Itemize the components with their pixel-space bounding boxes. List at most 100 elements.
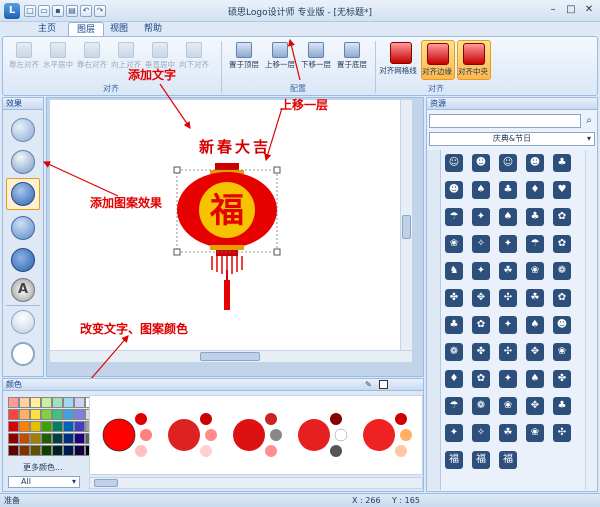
clipart-icon[interactable]: ☻ bbox=[445, 181, 463, 199]
color-swatch[interactable] bbox=[41, 445, 52, 456]
color-swatch[interactable] bbox=[41, 421, 52, 432]
clipart-icon[interactable]: ✣ bbox=[499, 289, 517, 307]
clipart-icon[interactable]: ♠ bbox=[526, 370, 544, 388]
clipart-icon[interactable]: ❁ bbox=[553, 262, 571, 280]
color-swatch[interactable] bbox=[8, 397, 19, 408]
clipart-icon[interactable]: ✤ bbox=[445, 289, 463, 307]
clipart-icon[interactable]: ✣ bbox=[553, 424, 571, 442]
scrollbar-thumb[interactable] bbox=[94, 479, 118, 487]
snap-grid-button[interactable]: 对齐网格线 bbox=[379, 40, 419, 80]
color-swatch[interactable] bbox=[19, 421, 30, 432]
bring-to-front-button[interactable]: 置于顶层 bbox=[229, 40, 259, 80]
color-swatch[interactable] bbox=[74, 445, 85, 456]
horizontal-scrollbar[interactable] bbox=[50, 350, 412, 362]
minimize-icon[interactable]: – bbox=[544, 3, 562, 17]
effect-swatch[interactable] bbox=[11, 182, 35, 206]
schemes-scrollbar[interactable] bbox=[89, 477, 423, 489]
clipart-icon[interactable]: ♞ bbox=[445, 262, 463, 280]
clipart-icon[interactable]: ✧ bbox=[472, 235, 490, 253]
color-swatch[interactable] bbox=[8, 433, 19, 444]
color-swatch[interactable] bbox=[52, 445, 63, 456]
color-swatch[interactable] bbox=[19, 433, 30, 444]
align-left-button[interactable]: 靠左对齐 bbox=[9, 40, 39, 80]
color-swatch[interactable] bbox=[74, 409, 85, 420]
color-swatch[interactable] bbox=[52, 397, 63, 408]
clipart-icon[interactable]: ❀ bbox=[553, 343, 571, 361]
vertical-scrollbar[interactable] bbox=[400, 100, 412, 350]
send-backward-button[interactable]: 下移一层 bbox=[301, 40, 331, 80]
tab-home[interactable]: 主页 bbox=[30, 22, 64, 36]
clipart-icon[interactable]: ♦ bbox=[526, 181, 544, 199]
color-scheme[interactable] bbox=[298, 413, 348, 457]
bring-forward-button[interactable]: 上移一层 bbox=[265, 40, 295, 80]
search-icon[interactable]: ⌕ bbox=[583, 114, 595, 128]
eyedropper-icon[interactable]: ✎ bbox=[365, 380, 374, 389]
clipart-icon[interactable]: ☂ bbox=[445, 397, 463, 415]
clipart-icon[interactable]: ☂ bbox=[526, 235, 544, 253]
clipart-icon[interactable]: ✿ bbox=[553, 208, 571, 226]
clipart-icon[interactable]: ❁ bbox=[472, 397, 490, 415]
clipart-fu-icon[interactable]: 福 bbox=[445, 451, 463, 469]
resize-handle[interactable] bbox=[273, 166, 281, 174]
color-swatch[interactable] bbox=[8, 421, 19, 432]
color-swatch[interactable] bbox=[74, 397, 85, 408]
tab-help[interactable]: 帮助 bbox=[136, 22, 170, 36]
clipart-icon[interactable]: ✿ bbox=[553, 235, 571, 253]
clipart-icon[interactable]: ✿ bbox=[553, 289, 571, 307]
clipart-icon[interactable]: ♣ bbox=[445, 316, 463, 334]
color-swatch[interactable] bbox=[19, 445, 30, 456]
clipart-icon[interactable]: ❀ bbox=[526, 262, 544, 280]
clipart-icon[interactable]: ❀ bbox=[526, 424, 544, 442]
clipart-icon[interactable]: ✥ bbox=[472, 289, 490, 307]
color-swatch[interactable] bbox=[74, 433, 85, 444]
color-swatch[interactable] bbox=[30, 409, 41, 420]
effect-swatch[interactable] bbox=[11, 150, 35, 174]
category-select[interactable]: 庆典&节日 ▾ bbox=[429, 132, 595, 146]
no-color-icon[interactable] bbox=[379, 380, 388, 389]
color-scheme[interactable] bbox=[102, 413, 152, 457]
color-swatch[interactable] bbox=[52, 409, 63, 420]
color-swatch[interactable] bbox=[52, 433, 63, 444]
clipart-icon[interactable]: ☘ bbox=[499, 424, 517, 442]
align-hcenter-button[interactable]: 水平居中 bbox=[43, 40, 73, 80]
text-effect-icon[interactable]: A bbox=[11, 278, 35, 302]
clipart-icon[interactable]: ✤ bbox=[553, 370, 571, 388]
effect-swatch[interactable] bbox=[11, 118, 35, 142]
clipart-icon[interactable]: ✥ bbox=[526, 343, 544, 361]
clipart-icon[interactable]: ❁ bbox=[445, 343, 463, 361]
clipart-icon[interactable]: ♣ bbox=[553, 154, 571, 172]
clipart-icon[interactable]: ♠ bbox=[499, 208, 517, 226]
color-swatch[interactable] bbox=[63, 397, 74, 408]
clipart-icon[interactable]: ✥ bbox=[526, 397, 544, 415]
color-scheme[interactable] bbox=[168, 413, 217, 457]
color-swatch[interactable] bbox=[30, 397, 41, 408]
clipart-icon[interactable]: ♣ bbox=[499, 181, 517, 199]
clipart-icon[interactable]: ✦ bbox=[499, 370, 517, 388]
align-right-button[interactable]: 靠右对齐 bbox=[77, 40, 107, 80]
close-icon[interactable]: ✕ bbox=[580, 3, 598, 17]
clipart-icon[interactable]: ☻ bbox=[526, 154, 544, 172]
effect-swatch[interactable] bbox=[11, 310, 35, 334]
tab-view[interactable]: 视图 bbox=[102, 22, 136, 36]
color-swatch[interactable] bbox=[19, 397, 30, 408]
clipart-icon[interactable]: ❀ bbox=[499, 397, 517, 415]
clipart-icon[interactable]: ♠ bbox=[472, 181, 490, 199]
color-swatch[interactable] bbox=[30, 421, 41, 432]
clipart-fu-icon[interactable]: 福 bbox=[472, 451, 490, 469]
color-swatch[interactable] bbox=[41, 433, 52, 444]
clipart-fu-icon[interactable]: 福 bbox=[499, 451, 517, 469]
snap-center-button[interactable]: 对齐中央 bbox=[457, 40, 491, 80]
snap-edge-button[interactable]: 对齐边缘 bbox=[421, 40, 455, 80]
clipart-icon[interactable]: ✦ bbox=[499, 235, 517, 253]
clipart-icon[interactable]: ♦ bbox=[445, 370, 463, 388]
color-scheme[interactable] bbox=[363, 413, 412, 457]
color-swatch[interactable] bbox=[63, 409, 74, 420]
clipart-icon[interactable]: ✦ bbox=[445, 424, 463, 442]
effect-swatch[interactable] bbox=[11, 248, 35, 272]
resize-handle[interactable] bbox=[273, 248, 281, 256]
resize-handle[interactable] bbox=[173, 248, 181, 256]
color-swatch[interactable] bbox=[52, 421, 63, 432]
color-swatch[interactable] bbox=[19, 409, 30, 420]
resource-search-input[interactable] bbox=[429, 114, 581, 128]
clipart-icon[interactable]: ♣ bbox=[526, 208, 544, 226]
